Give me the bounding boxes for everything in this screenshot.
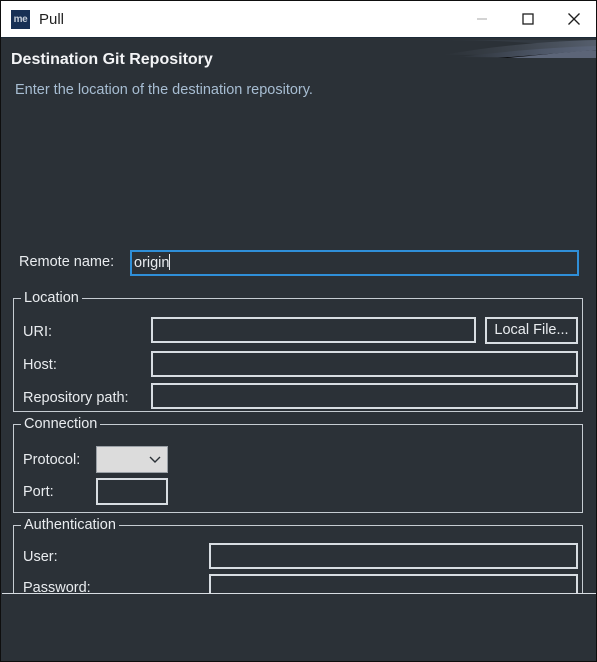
dialog-footer: ? < Back Next > Finish Cancel https://bl… bbox=[1, 594, 596, 661]
close-button[interactable] bbox=[551, 1, 596, 37]
authentication-group-legend: Authentication bbox=[21, 517, 119, 533]
location-group-legend: Location bbox=[21, 290, 82, 306]
port-label: Port: bbox=[23, 484, 54, 500]
port-input[interactable] bbox=[96, 478, 168, 505]
connection-group-legend: Connection bbox=[21, 416, 101, 432]
page-subtitle: Enter the location of the destination re… bbox=[15, 82, 313, 98]
local-file-button[interactable]: Local File... bbox=[485, 317, 578, 344]
dialog-body: Remote name: origin Location URI: Local … bbox=[1, 112, 596, 631]
protocol-dropdown[interactable] bbox=[96, 446, 168, 473]
user-input[interactable] bbox=[209, 543, 578, 569]
uri-label: URI: bbox=[23, 324, 52, 340]
header-decoration-icon bbox=[438, 40, 596, 58]
window-title: Pull bbox=[39, 11, 65, 28]
remote-name-value: origin bbox=[134, 254, 171, 271]
chevron-down-icon bbox=[149, 456, 161, 463]
uri-input[interactable] bbox=[151, 317, 476, 343]
host-input[interactable] bbox=[151, 351, 578, 377]
host-label: Host: bbox=[23, 357, 57, 373]
minimize-button[interactable] bbox=[459, 1, 505, 37]
app-icon: me bbox=[11, 10, 30, 29]
text-caret bbox=[169, 254, 171, 270]
maximize-button[interactable] bbox=[505, 1, 551, 37]
remote-name-label: Remote name: bbox=[19, 254, 115, 270]
close-icon bbox=[568, 13, 580, 25]
remote-name-input[interactable] bbox=[130, 250, 579, 276]
protocol-label: Protocol: bbox=[23, 452, 81, 468]
minimize-icon bbox=[477, 18, 487, 20]
dialog-header: Destination Git Repository Enter the loc… bbox=[1, 38, 596, 112]
repository-path-label: Repository path: bbox=[23, 390, 129, 406]
pull-dialog-window: me Pull Destination Git Repository Enter… bbox=[0, 0, 597, 662]
remote-name-text: origin bbox=[134, 255, 170, 271]
title-bar: me Pull bbox=[1, 1, 596, 38]
page-title: Destination Git Repository bbox=[11, 51, 213, 68]
user-label: User: bbox=[23, 549, 58, 565]
maximize-icon bbox=[522, 13, 534, 25]
repository-path-input[interactable] bbox=[151, 383, 578, 409]
